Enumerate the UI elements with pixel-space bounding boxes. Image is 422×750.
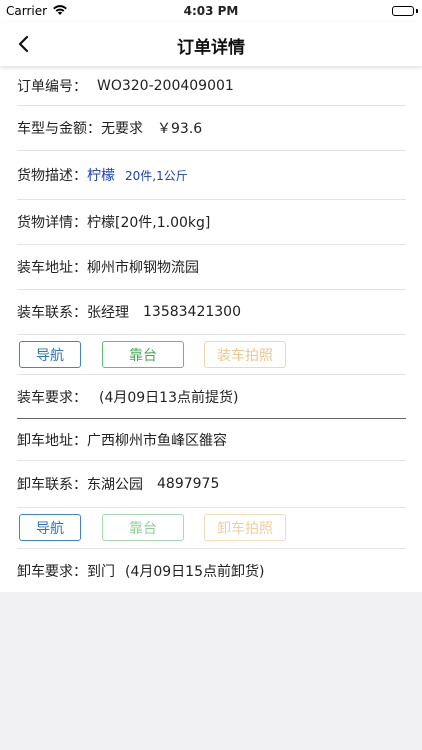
goods-detail-label: 货物详情： — [17, 215, 87, 231]
unload-photo-button[interactable]: 卸车拍照 — [204, 514, 286, 541]
back-button[interactable] — [10, 30, 38, 58]
order-number-label: 订单编号： — [17, 78, 87, 95]
order-number-row: 订单编号： WO320-200409001 — [17, 66, 406, 106]
unload-requirement-row: 卸车要求： 到门 (4月09日15点前卸货) — [17, 548, 406, 592]
status-bar: Carrier 4:03 PM — [0, 0, 422, 22]
unload-navigate-button[interactable]: 导航 — [19, 514, 81, 541]
unload-requirement-value: (4月09日15点前卸货) — [125, 563, 265, 580]
unload-dock-button[interactable]: 靠台 — [102, 514, 184, 541]
goods-detail-value: 柠檬[20件,1.00kg] — [87, 215, 211, 231]
amount-value: ￥93.6 — [157, 121, 203, 137]
goods-name: 柠檬 — [87, 168, 115, 184]
load-requirement-value: (4月09日13点前提货) — [99, 389, 239, 406]
load-photo-button[interactable]: 装车拍照 — [204, 341, 286, 368]
battery-tip — [416, 9, 418, 13]
navigation-bar: 订单详情 — [0, 22, 422, 66]
unload-contact-name: 东湖公园 — [87, 477, 143, 493]
load-address-value: 柳州市柳钢物流园 — [87, 260, 199, 276]
order-number-value: WO320-200409001 — [97, 77, 234, 94]
page-title: 订单详情 — [177, 38, 245, 58]
vehicle-type-value: 无要求 — [101, 121, 143, 137]
goods-description-row: 货物描述： 柠檬 20件,1公斤 — [17, 151, 406, 200]
vehicle-amount-label: 车型与金额： — [17, 121, 101, 137]
unload-address-label: 卸车地址： — [17, 432, 87, 449]
battery-icon — [392, 6, 414, 16]
chevron-left-icon — [18, 35, 29, 53]
unload-address-value: 广西柳州市鱼峰区雒容 — [87, 432, 227, 449]
load-contact-row: 装车联系： 张经理 13583421300 — [17, 290, 406, 335]
load-contact-label: 装车联系： — [17, 305, 87, 321]
unload-contact-label: 卸车联系： — [17, 477, 87, 493]
load-dock-button[interactable]: 靠台 — [102, 341, 184, 368]
unload-address-row: 卸车地址： 广西柳州市鱼峰区雒容 — [17, 419, 406, 461]
goods-detail-row: 货物详情： 柠檬[20件,1.00kg] — [17, 200, 406, 245]
load-address-label: 装车地址： — [17, 260, 87, 276]
goods-quantity: 20件,1公斤 — [125, 168, 188, 183]
load-action-buttons: 导航 靠台 装车拍照 — [17, 341, 406, 368]
unload-contact-phone[interactable]: 4897975 — [157, 476, 219, 492]
unload-requirement-label: 卸车要求： — [17, 563, 87, 580]
load-contact-name: 张经理 — [87, 305, 129, 321]
goods-description-label: 货物描述： — [17, 168, 87, 184]
clock: 4:03 PM — [183, 4, 239, 18]
vehicle-amount-row: 车型与金额： 无要求 ￥93.6 — [17, 106, 406, 151]
order-detail-content: 订单编号： WO320-200409001 车型与金额： 无要求 ￥93.6 货… — [0, 66, 422, 592]
unload-contact-row: 卸车联系： 东湖公园 4897975 — [17, 461, 406, 508]
unload-requirement-type: 到门 — [87, 563, 115, 580]
load-address-row: 装车地址： 柳州市柳钢物流园 — [17, 245, 406, 290]
load-navigate-button[interactable]: 导航 — [19, 341, 81, 368]
load-requirement-label: 装车要求： — [17, 389, 87, 406]
unload-action-buttons: 导航 靠台 卸车拍照 — [17, 514, 406, 541]
load-requirement-row: 装车要求： (4月09日13点前提货) — [17, 374, 406, 418]
load-contact-phone[interactable]: 13583421300 — [143, 304, 241, 320]
